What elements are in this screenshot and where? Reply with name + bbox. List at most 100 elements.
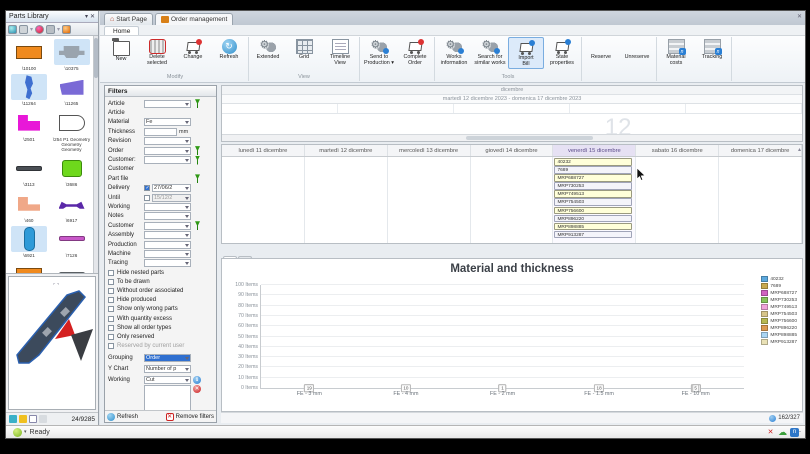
ribbon-button-refresh[interactable]: ↻Refresh [211, 37, 247, 61]
part-item[interactable]: \6917 [52, 191, 92, 223]
part-item[interactable]: \11265 [52, 74, 92, 106]
part-item[interactable]: \11264 [9, 74, 49, 106]
order-entry[interactable]: MRP896220 [554, 215, 632, 223]
close-icon[interactable]: ✕ [90, 13, 95, 20]
ribbon-button-timeline[interactable]: Timeline View [322, 37, 358, 67]
calendar-day-column[interactable] [388, 157, 471, 243]
ribbon-button-grid[interactable]: Grid [286, 37, 322, 61]
ribbon-button-new[interactable]: New [103, 37, 139, 63]
document-tab[interactable]: ⌂ Start Page [104, 13, 153, 25]
filter-combo[interactable] [144, 241, 191, 249]
folder-icon[interactable] [62, 25, 71, 34]
filter-checkbox-with-quantity-excess[interactable]: With quantity excess [108, 314, 213, 323]
filter-combo[interactable] [144, 250, 191, 258]
ribbon-button-extended[interactable]: Extended [250, 37, 286, 61]
checkbox[interactable] [108, 279, 114, 285]
filter-checkbox-only-reserved[interactable]: Only reserved [108, 332, 213, 341]
calendar-day-header[interactable]: domenica 17 dicembre [719, 145, 802, 156]
checkbox[interactable] [108, 334, 114, 340]
order-entry[interactable]: MRP756600 [554, 207, 632, 215]
network-status-icon[interactable]: n [790, 428, 799, 437]
calendar-day-column[interactable] [222, 157, 305, 243]
calendar-scroll-up-icon[interactable]: ▴ [798, 146, 801, 153]
part-item[interactable]: \3113 [9, 155, 49, 187]
filter-combo[interactable] [144, 259, 191, 267]
filter-text-input[interactable] [144, 128, 177, 136]
parts-scrollbar[interactable] [93, 36, 98, 273]
checkbox[interactable] [108, 297, 114, 303]
settings-gear-icon[interactable] [46, 25, 55, 34]
calendar-day-header[interactable]: martedì 12 dicembre [305, 145, 388, 156]
part-3d-preview[interactable]: ⌜ ⌝ [8, 276, 96, 410]
ribbon-button-unreserve[interactable]: Unreserve [619, 37, 655, 61]
remove-filters-button[interactable]: ✕ Remove filters [166, 413, 214, 421]
working-info-button[interactable]: ℹ [193, 376, 201, 384]
ribbon-button-import[interactable]: Import Bill [508, 37, 544, 69]
filter-combo[interactable] [144, 156, 191, 164]
filter-checkbox-show-only-wrong-parts[interactable]: Show only wrong parts [108, 305, 213, 314]
mini-calendar-day[interactable] [570, 104, 686, 113]
calendar-day-header[interactable]: mercoledì 13 dicembre [388, 145, 471, 156]
checkbox[interactable] [108, 270, 114, 276]
order-entry[interactable]: MRP898885 [554, 223, 632, 231]
checkbox[interactable] [108, 316, 114, 322]
calendar-day-column[interactable] [471, 157, 554, 243]
filter-date-combo[interactable]: 27/06/2 [152, 184, 191, 192]
mini-calendar-body[interactable]: 12 [222, 114, 802, 134]
part-item[interactable]: \8726 [52, 261, 92, 274]
order-entry[interactable]: MRP913287 [554, 231, 632, 239]
ribbon-button-state[interactable]: State properties [544, 37, 580, 67]
extra-icon[interactable] [39, 415, 47, 423]
filter-combo[interactable] [144, 222, 191, 230]
filter-combo[interactable] [144, 212, 191, 220]
close-pane-icon[interactable]: ✕ [797, 13, 802, 20]
pan-icon[interactable] [9, 415, 17, 423]
filter-date-combo[interactable]: 15/12/2 [152, 194, 191, 202]
remove-working-button[interactable]: ✕ [193, 385, 201, 393]
order-entry[interactable]: 40232 [554, 158, 632, 166]
ribbon-tab-home[interactable]: Home [104, 26, 139, 35]
ribbon-button-search[interactable]: Search for similar works [472, 37, 508, 67]
ribbon-button-delete[interactable]: Delete selected [139, 37, 175, 67]
grouping-combo[interactable]: Order [144, 354, 191, 362]
layout-icon[interactable] [19, 25, 28, 34]
filter-checkbox-show-all-order-types[interactable]: Show all order types [108, 323, 213, 332]
grouping-combo[interactable]: Number of p [144, 365, 191, 373]
checkbox[interactable] [108, 306, 114, 312]
part-item[interactable]: \254 P1 Geometry Geometry Geometry [52, 110, 92, 153]
grouping-combo[interactable]: Cut [144, 376, 191, 384]
filter-checkbox-to-be-drawn[interactable]: To be drawn [108, 277, 213, 286]
view-mode-icon[interactable] [8, 25, 17, 34]
checkbox[interactable] [108, 325, 114, 331]
mini-calendar-day[interactable] [338, 104, 454, 113]
refresh-filters-button[interactable]: Refresh [107, 413, 138, 421]
part-item[interactable]: \2501 [9, 110, 49, 153]
part-item[interactable]: \7127 [9, 261, 49, 274]
ribbon-button-complete[interactable]: Complete Order [397, 37, 433, 67]
fit-icon[interactable] [19, 415, 27, 423]
order-entry[interactable]: MRP754503 [554, 198, 632, 206]
calendar-day-column[interactable]: 402327689MRP688727MRP730253MRP749513MRP7… [553, 157, 636, 243]
calendar-day-column[interactable] [719, 157, 802, 243]
filter-checkbox-hide-nested-parts[interactable]: Hide nested parts [108, 268, 213, 277]
clear-selection-icon[interactable] [35, 25, 44, 34]
order-entry[interactable]: MRP688727 [554, 174, 632, 182]
filter-combo[interactable] [144, 147, 191, 155]
calendar-day-header[interactable]: sabato 16 dicembre [636, 145, 719, 156]
mini-calendar-day[interactable] [454, 104, 570, 113]
filter-checkbox-without-order-associated[interactable]: Without order associated [108, 286, 213, 295]
horizontal-scrollbar[interactable] [222, 134, 802, 141]
calendar-day-column[interactable] [636, 157, 719, 243]
part-item[interactable]: \6921 [9, 226, 49, 258]
filter-date-checkbox[interactable] [144, 185, 150, 191]
ribbon-button-send[interactable]: Send to Production ▾ [361, 37, 397, 67]
filter-checkbox-hide-produced[interactable]: Hide produced [108, 296, 213, 305]
part-item[interactable]: \7126 [52, 226, 92, 258]
ribbon-button-tracking[interactable]: nTracking [694, 37, 730, 61]
chevron-down-icon[interactable]: ▾ [85, 13, 88, 20]
calendar-day-header[interactable]: giovedì 14 dicembre [471, 145, 554, 156]
filter-combo[interactable]: Fe [144, 118, 191, 126]
status-error-icon[interactable]: ✕ [766, 428, 775, 437]
status-caret-icon[interactable]: ▾ [24, 429, 27, 435]
checkbox[interactable] [108, 288, 114, 294]
